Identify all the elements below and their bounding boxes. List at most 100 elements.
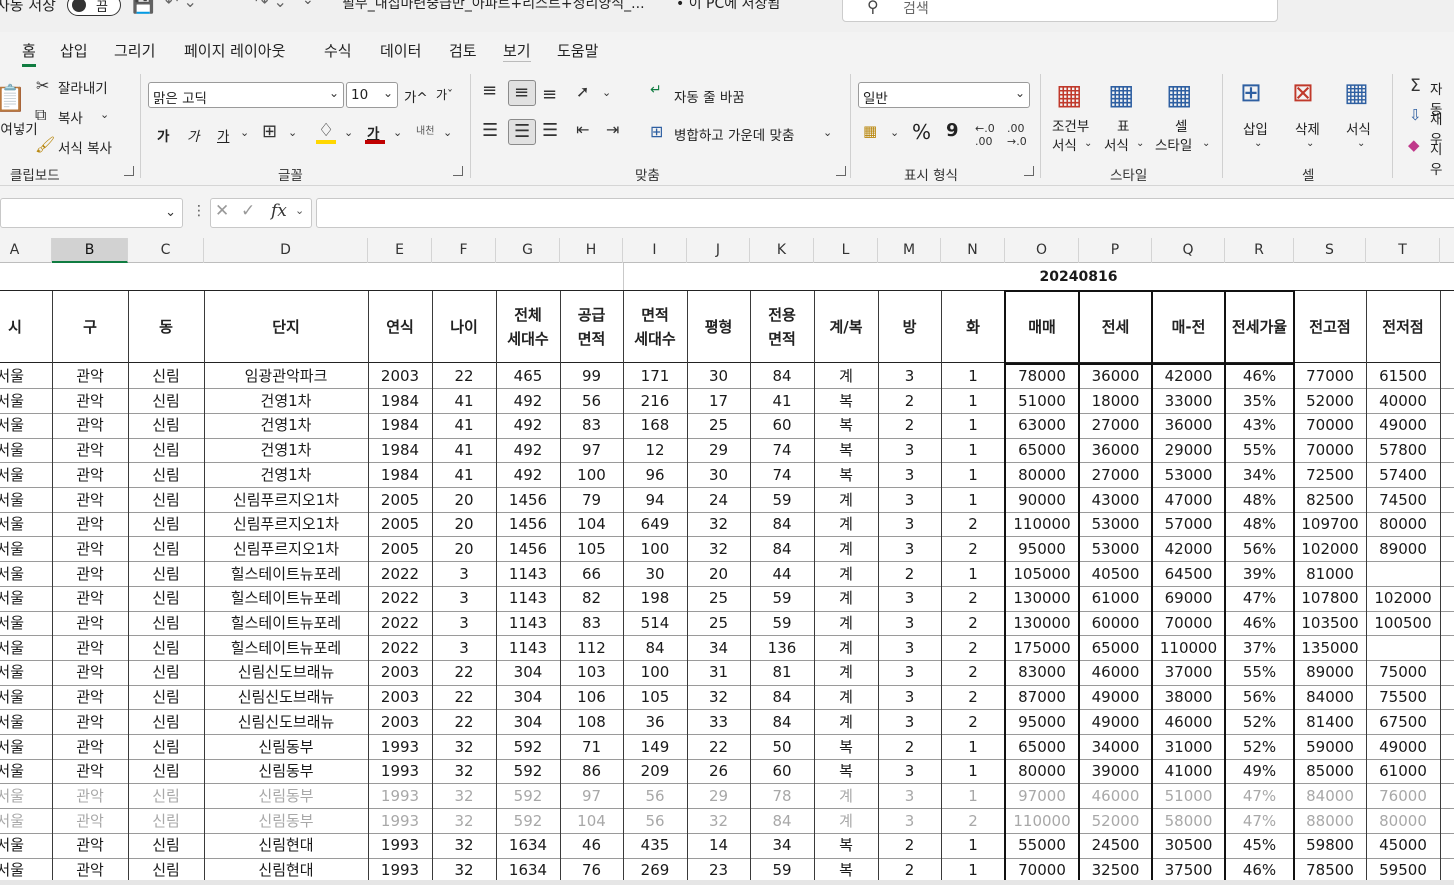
format-as-table-icon[interactable]: ▦ [1108, 78, 1134, 111]
table-cell[interactable]: 관악 [52, 438, 128, 463]
clear-button[interactable]: 지우 [1430, 138, 1454, 178]
table-cell[interactable]: 30500 [1152, 833, 1225, 858]
table-cell[interactable]: 435 [623, 833, 687, 858]
increase-font-button[interactable]: 가^ [404, 86, 428, 106]
table-cell[interactable]: 83 [560, 413, 623, 438]
tab-review[interactable]: 검토 [449, 40, 477, 61]
table-cell[interactable]: 1 [941, 438, 1005, 463]
table-cell[interactable]: 57800 [1366, 438, 1440, 463]
table-cell[interactable]: 신림 [128, 685, 204, 710]
column-header-n[interactable]: N [941, 238, 1005, 263]
column-header-q[interactable]: Q [1152, 238, 1225, 263]
table-cell[interactable]: 서울 [0, 512, 52, 537]
table-cell[interactable]: 74 [750, 438, 814, 463]
table-cell[interactable]: 65000 [1005, 438, 1079, 463]
table-cell[interactable]: 59 [750, 488, 814, 513]
table-cell[interactable]: 서울 [0, 611, 52, 636]
table-cell[interactable]: 서울 [0, 660, 52, 685]
table-cell[interactable]: 66 [560, 562, 623, 587]
table-cell[interactable]: 복 [814, 833, 878, 858]
table-cell[interactable]: 75000 [1366, 660, 1440, 685]
table-cell[interactable]: 41000 [1152, 759, 1225, 784]
table-cell[interactable]: 78 [750, 784, 814, 809]
table-cell[interactable]: 304 [496, 710, 560, 735]
table-cell[interactable]: 58000 [1152, 809, 1225, 834]
decrease-font-button[interactable]: 가ˇ [436, 86, 453, 103]
table-cell[interactable]: 46000 [1152, 710, 1225, 735]
table-cell[interactable]: 3 [878, 438, 941, 463]
table-cell[interactable]: 2022 [368, 562, 432, 587]
table-cell[interactable]: 1984 [368, 389, 432, 414]
table-cell[interactable]: 31 [687, 660, 750, 685]
number-format-select[interactable]: 일반 ⌄ [858, 82, 1030, 108]
number-launcher-icon[interactable] [1024, 166, 1034, 176]
table-cell[interactable]: 22 [432, 364, 496, 389]
table-cell[interactable]: 84 [623, 636, 687, 661]
copy-button[interactable]: 복사 [58, 107, 83, 127]
chevron-down-icon[interactable]: ⌄ [1306, 138, 1314, 149]
table-cell[interactable]: 38000 [1152, 685, 1225, 710]
table-cell[interactable]: 105 [623, 685, 687, 710]
table-cell[interactable]: 60 [750, 759, 814, 784]
table-cell[interactable]: 2003 [368, 710, 432, 735]
merge-center-icon[interactable]: ⊞ [650, 122, 663, 141]
table-cell[interactable]: 2 [941, 685, 1005, 710]
conditional-format-button[interactable]: 조건부 [1052, 115, 1089, 135]
table-cell[interactable]: 32 [432, 784, 496, 809]
table-cell[interactable]: 45000 [1366, 833, 1440, 858]
table-cell[interactable]: 39% [1225, 562, 1294, 587]
table-cell[interactable]: 관악 [52, 488, 128, 513]
table-cell[interactable]: 49% [1225, 759, 1294, 784]
table-cell[interactable]: 55% [1225, 438, 1294, 463]
chevron-down-icon[interactable]: ⌄ [1084, 138, 1092, 149]
table-cell[interactable]: 41 [432, 389, 496, 414]
table-cell[interactable]: 신림 [128, 611, 204, 636]
table-cell[interactable]: 108 [560, 710, 623, 735]
table-cell[interactable] [1366, 562, 1440, 587]
table-cell[interactable]: 56 [560, 389, 623, 414]
table-cell[interactable]: 1 [941, 413, 1005, 438]
table-cell[interactable]: 95000 [1005, 710, 1079, 735]
table-cell[interactable]: 18000 [1079, 389, 1152, 414]
table-cell[interactable]: 59800 [1294, 833, 1366, 858]
table-cell[interactable]: 건영1차 [204, 463, 368, 488]
table-cell[interactable]: 47000 [1152, 488, 1225, 513]
table-cell[interactable]: 2022 [368, 586, 432, 611]
table-cell[interactable]: 61000 [1366, 759, 1440, 784]
table-cell[interactable]: 36000 [1152, 413, 1225, 438]
horizontal-scrollbar[interactable] [0, 880, 1454, 885]
header-cell[interactable]: 평형 [687, 291, 750, 363]
table-cell[interactable]: 34% [1225, 463, 1294, 488]
table-cell[interactable]: 25 [687, 413, 750, 438]
phonetic-button[interactable]: 내천 [416, 122, 434, 137]
accounting-format-icon[interactable]: ▦ [863, 122, 877, 140]
table-cell[interactable]: 1 [941, 759, 1005, 784]
table-cell[interactable]: 25 [687, 586, 750, 611]
table-cell[interactable]: 304 [496, 660, 560, 685]
table-cell[interactable]: 59 [750, 611, 814, 636]
table-cell[interactable]: 42000 [1152, 537, 1225, 562]
column-header-d[interactable]: D [204, 238, 368, 263]
table-cell[interactable]: 100500 [1366, 611, 1440, 636]
table-cell[interactable]: 41 [432, 413, 496, 438]
insert-cells-icon[interactable]: ⊞ [1240, 78, 1262, 108]
table-cell[interactable]: 35% [1225, 389, 1294, 414]
header-cell[interactable]: 연식 [368, 291, 432, 363]
table-cell[interactable]: 3 [878, 512, 941, 537]
table-cell[interactable]: 50 [750, 735, 814, 760]
table-cell[interactable]: 109700 [1294, 512, 1366, 537]
table-cell[interactable]: 70000 [1152, 611, 1225, 636]
table-cell[interactable]: 90000 [1005, 488, 1079, 513]
table-cell[interactable]: 40000 [1366, 389, 1440, 414]
table-cell[interactable]: 492 [496, 389, 560, 414]
table-cell[interactable]: 69000 [1152, 586, 1225, 611]
table-cell[interactable]: 관악 [52, 759, 128, 784]
table-cell[interactable]: 1143 [496, 586, 560, 611]
table-cell[interactable]: 84 [750, 512, 814, 537]
table-cell[interactable]: 40500 [1079, 562, 1152, 587]
table-cell[interactable]: 198 [623, 586, 687, 611]
font-name-select[interactable]: 맑은 고딕 ⌄ [148, 82, 344, 108]
table-cell[interactable]: 1 [941, 364, 1005, 389]
table-cell[interactable]: 105 [560, 537, 623, 562]
table-cell[interactable]: 80000 [1005, 759, 1079, 784]
